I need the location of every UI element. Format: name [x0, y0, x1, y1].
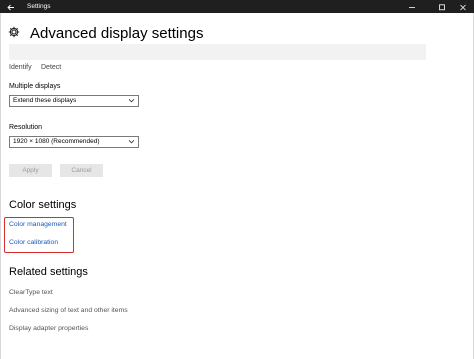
minimize-icon: [408, 0, 416, 16]
color-management-link[interactable]: Color management: [9, 220, 67, 229]
color-calibration-link[interactable]: Color calibration: [9, 238, 58, 247]
chevron-down-icon: [128, 97, 135, 108]
related-settings-heading: Related settings: [9, 266, 88, 278]
cancel-button-label: Cancel: [71, 167, 92, 174]
cleartype-text-link[interactable]: ClearType text: [9, 288, 53, 297]
maximize-icon: [438, 0, 446, 16]
window-border: [0, 13, 1, 359]
back-arrow-icon: [7, 0, 15, 16]
minimize-button[interactable]: [401, 0, 423, 13]
settings-gear: [8, 24, 20, 44]
multiple-displays-label: Multiple displays: [9, 83, 61, 90]
color-settings-heading: Color settings: [9, 199, 77, 211]
cancel-button[interactable]: Cancel: [60, 164, 103, 177]
gear-icon: [8, 25, 20, 43]
resolution-value: 1920 × 1080 (Recommended): [13, 138, 100, 145]
apply-button-label: Apply: [22, 167, 39, 174]
identify-link[interactable]: Identify: [9, 63, 32, 72]
apply-button[interactable]: Apply: [9, 164, 52, 177]
resolution-label: Resolution: [9, 124, 43, 131]
chevron-down-icon: [128, 138, 135, 149]
multiple-displays-dropdown[interactable]: Extend these displays: [9, 95, 139, 107]
back-button[interactable]: [0, 0, 22, 13]
display-arrangement-area[interactable]: [9, 44, 426, 60]
maximize-button[interactable]: [431, 0, 453, 13]
advanced-sizing-link[interactable]: Advanced sizing of text and other items: [9, 306, 128, 315]
detect-link[interactable]: Detect: [41, 63, 61, 72]
resolution-dropdown[interactable]: 1920 × 1080 (Recommended): [9, 136, 139, 148]
multiple-displays-value: Extend these displays: [13, 97, 77, 104]
close-icon: [459, 0, 467, 16]
page-title: Advanced display settings: [30, 25, 204, 42]
display-adapter-properties-link[interactable]: Display adapter properties: [9, 324, 88, 333]
close-button[interactable]: [452, 0, 474, 13]
title-bar: Settings: [0, 0, 474, 13]
window-title: Settings: [27, 3, 51, 10]
